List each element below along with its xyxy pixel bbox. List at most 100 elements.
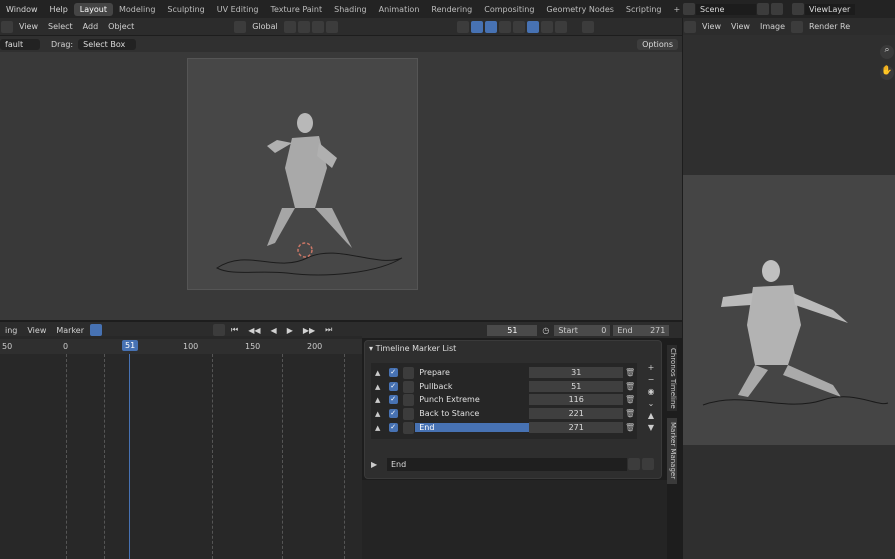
- end-frame-field[interactable]: End 271: [613, 324, 670, 336]
- shading-material-icon[interactable]: [540, 20, 553, 33]
- expand-icon[interactable]: ▶: [371, 460, 387, 469]
- xray-icon[interactable]: [498, 20, 511, 33]
- marker-checkbox[interactable]: ✓: [388, 368, 398, 377]
- move-icon[interactable]: ▲: [375, 410, 385, 418]
- marker-name[interactable]: Back to Stance: [415, 409, 529, 418]
- move-icon[interactable]: ▲: [375, 424, 385, 432]
- list-item[interactable]: ▲ ✓ Punch Extreme 116 🗑: [375, 393, 635, 406]
- move-icon[interactable]: ▲: [375, 396, 385, 404]
- tab-chronos-timeline[interactable]: Chronos Timeline: [667, 345, 677, 411]
- gizmo-icon[interactable]: [470, 20, 483, 33]
- tab-geometry-nodes[interactable]: Geometry Nodes: [540, 3, 619, 16]
- move-icon[interactable]: ▲: [375, 383, 385, 391]
- current-frame-field[interactable]: 51: [487, 324, 538, 336]
- menu-select[interactable]: Select: [43, 22, 78, 31]
- menu-timeline-view[interactable]: View: [22, 326, 51, 335]
- tab-sculpting[interactable]: Sculpting: [161, 3, 210, 16]
- trash-icon[interactable]: 🗑: [625, 395, 635, 404]
- marker-frame[interactable]: 31: [529, 367, 623, 378]
- menu-window[interactable]: Window: [0, 5, 44, 14]
- visibility-icon[interactable]: [456, 20, 469, 33]
- snap-target-icon[interactable]: [311, 20, 324, 33]
- prev-key-icon[interactable]: ◀◀: [243, 326, 265, 335]
- trash-icon[interactable]: 🗑: [625, 409, 635, 418]
- trash-icon[interactable]: 🗑: [625, 423, 635, 432]
- marker-frame[interactable]: 116: [529, 394, 623, 405]
- marker-frame[interactable]: 221: [529, 408, 623, 419]
- frame-ruler[interactable]: 50 0 51 100 150 200: [0, 339, 362, 354]
- remove-marker-icon[interactable]: −: [645, 375, 657, 384]
- menu-object[interactable]: Object: [103, 22, 139, 31]
- panel-title[interactable]: ▾ Timeline Marker List: [369, 344, 456, 353]
- marker-checkbox[interactable]: ✓: [388, 423, 398, 432]
- menu-add[interactable]: Add: [78, 22, 104, 31]
- list-item[interactable]: ▲ ✓ Pullback 51 🗑: [375, 380, 635, 393]
- playhead-line[interactable]: [129, 354, 130, 559]
- camera-bind-icon[interactable]: ◉: [645, 387, 657, 396]
- snap-icon[interactable]: [297, 20, 310, 33]
- record-icon[interactable]: [213, 324, 226, 336]
- menu-view[interactable]: View: [726, 22, 755, 31]
- marker-checkbox[interactable]: ✓: [388, 382, 398, 391]
- tab-rendering[interactable]: Rendering: [425, 3, 478, 16]
- marker-name[interactable]: End: [415, 423, 530, 432]
- tab-layout[interactable]: Layout: [73, 2, 113, 16]
- shading-wire-icon[interactable]: [512, 20, 525, 33]
- shading-solid-icon[interactable]: [526, 20, 539, 33]
- clear-icon[interactable]: [642, 458, 654, 470]
- proportional-icon[interactable]: [325, 20, 338, 33]
- pivot-icon[interactable]: [283, 20, 296, 33]
- options-dropdown[interactable]: Options: [637, 38, 678, 50]
- list-item[interactable]: ▲ ✓ Prepare 31 🗑: [375, 366, 635, 379]
- list-item[interactable]: ▲ ✓ Back to Stance 221 🗑: [375, 407, 635, 420]
- menu-image[interactable]: Image: [755, 22, 790, 31]
- jump-start-icon[interactable]: ⏮: [226, 325, 243, 335]
- tab-modeling[interactable]: Modeling: [113, 3, 161, 16]
- marker-frame[interactable]: 271: [529, 422, 623, 433]
- orientation-dropdown[interactable]: Global: [247, 22, 283, 31]
- tab-uv-editing[interactable]: UV Editing: [211, 3, 265, 16]
- overlay-icon[interactable]: [484, 20, 497, 33]
- tab-compositing[interactable]: Compositing: [478, 3, 540, 16]
- refresh-icon[interactable]: [628, 458, 640, 470]
- tab-scripting[interactable]: Scripting: [620, 3, 668, 16]
- mode-dropdown[interactable]: fault: [0, 38, 40, 50]
- marker-name[interactable]: Pullback: [415, 382, 529, 391]
- move-icon[interactable]: ▲: [375, 369, 385, 377]
- editor-type-icon[interactable]: [1, 20, 13, 33]
- play-reverse-icon[interactable]: ◀: [266, 326, 282, 335]
- list-item-selected[interactable]: ▲ ✓ End 271 🗑: [375, 421, 635, 434]
- menu-view[interactable]: View: [14, 22, 43, 31]
- jump-end-icon[interactable]: ⏭: [320, 325, 337, 335]
- tab-marker-manager[interactable]: Marker Manager: [667, 418, 677, 484]
- menu-view-mode[interactable]: View: [697, 22, 726, 31]
- shading-render-icon[interactable]: [554, 20, 567, 33]
- next-key-icon[interactable]: ▶▶: [298, 326, 320, 335]
- auto-key-icon[interactable]: [90, 324, 103, 336]
- start-frame-field[interactable]: Start 0: [554, 324, 611, 336]
- marker-name[interactable]: Prepare: [415, 368, 529, 377]
- tab-shading[interactable]: Shading: [328, 3, 373, 16]
- menu-help[interactable]: Help: [44, 5, 74, 14]
- render-result-field[interactable]: Render Re: [804, 22, 855, 31]
- tab-texture-paint[interactable]: Texture Paint: [264, 3, 328, 16]
- menu-down-icon[interactable]: ⌄: [645, 399, 657, 408]
- timeline-area[interactable]: [0, 336, 362, 559]
- editor-options-icon[interactable]: [581, 20, 594, 33]
- scene-field[interactable]: Scene: [696, 3, 756, 15]
- pan-hand-icon[interactable]: ✋: [880, 66, 894, 80]
- drag-dropdown[interactable]: Select Box: [78, 38, 137, 50]
- move-down-icon[interactable]: ▼: [645, 423, 657, 432]
- copy-scene-icon[interactable]: [771, 3, 783, 15]
- marker-checkbox[interactable]: ✓: [388, 409, 398, 418]
- pin-icon[interactable]: [757, 3, 769, 15]
- add-marker-icon[interactable]: +: [645, 363, 657, 372]
- playback-dropdown[interactable]: ing: [0, 326, 22, 335]
- view-layer-field[interactable]: ViewLayer: [805, 3, 855, 15]
- move-up-icon[interactable]: ▲: [645, 411, 657, 420]
- marker-checkbox[interactable]: ✓: [388, 395, 398, 404]
- zoom-icon[interactable]: ⌕: [880, 45, 894, 59]
- marker-name[interactable]: Punch Extreme: [415, 395, 529, 404]
- marker-name-input[interactable]: End: [387, 457, 627, 471]
- tab-animation[interactable]: Animation: [373, 3, 426, 16]
